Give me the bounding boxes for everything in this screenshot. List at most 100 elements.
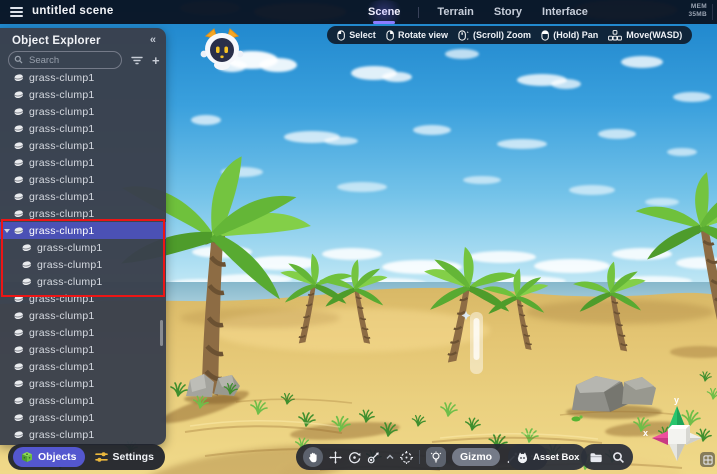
- tab-scene[interactable]: Scene: [366, 6, 402, 18]
- search-assets-button[interactable]: [612, 451, 625, 464]
- tree-item[interactable]: grass-clump1: [0, 137, 166, 154]
- caret-down-icon[interactable]: [4, 229, 10, 233]
- scrollbar-thumb[interactable]: [160, 320, 163, 346]
- tree-item[interactable]: grass-clump1: [0, 69, 166, 86]
- tab-divider: [418, 7, 419, 18]
- tree-item[interactable]: grass-clump1: [0, 154, 166, 171]
- tree-item-label: grass-clump1: [37, 242, 102, 254]
- tree-item-label: grass-clump1: [29, 208, 94, 220]
- tree-item[interactable]: grass-clump1: [0, 409, 166, 426]
- top-bar-divider: [712, 4, 713, 20]
- tree-item-label: grass-clump1: [37, 276, 102, 288]
- tree-item[interactable]: grass-clump1: [0, 205, 166, 222]
- grid-view-button[interactable]: [700, 452, 715, 467]
- tab-story[interactable]: Story: [492, 6, 524, 18]
- asset-box-button[interactable]: Asset Box: [508, 444, 587, 470]
- mesh-icon: [13, 124, 24, 133]
- object-explorer-panel: Object Explorer « + grass-clump1grass-cl…: [0, 28, 166, 445]
- mesh-icon: [13, 90, 24, 99]
- tree-item[interactable]: grass-clump1: [0, 307, 166, 324]
- mesh-icon: [21, 243, 32, 252]
- tree-item[interactable]: grass-clump1: [0, 256, 166, 273]
- tree-item[interactable]: grass-clump1: [0, 358, 166, 375]
- main-tabs: Scene Terrain Story Interface: [366, 0, 590, 24]
- hand-icon: [307, 451, 319, 464]
- move-tool-button[interactable]: [329, 451, 342, 464]
- viewport-controls-hint: Select Rotate view (Scroll) Zoom (Hold) …: [327, 26, 692, 44]
- folder-button[interactable]: [589, 451, 603, 463]
- tree-item[interactable]: grass-clump1: [0, 290, 166, 307]
- tree-item-label: grass-clump1: [29, 225, 94, 237]
- pan-tool-button[interactable]: [303, 447, 323, 467]
- tab-terrain[interactable]: Terrain: [435, 6, 475, 18]
- search-input[interactable]: [27, 52, 119, 68]
- scene-editor-window: Select Rotate view (Scroll) Zoom (Hold) …: [0, 0, 717, 474]
- tree-item[interactable]: grass-clump1: [0, 239, 166, 256]
- mesh-icon: [21, 260, 32, 269]
- tab-interface[interactable]: Interface: [540, 6, 590, 18]
- top-bar: untitled scene Scene Terrain Story Inter…: [0, 0, 717, 24]
- filter-icon[interactable]: [131, 55, 143, 66]
- mesh-icon: [13, 107, 24, 116]
- snap-tool-button[interactable]: [400, 451, 413, 464]
- snap-grid-icon: [400, 451, 413, 464]
- file-tools: [581, 444, 633, 470]
- tree-item[interactable]: grass-clump1: [0, 273, 166, 290]
- tree-item[interactable]: grass-clump1: [0, 392, 166, 409]
- axis-y-label: y: [674, 395, 679, 405]
- tree-item-label: grass-clump1: [29, 344, 94, 356]
- tree-item[interactable]: grass-clump1: [0, 341, 166, 358]
- search-icon: [612, 451, 625, 464]
- mesh-icon: [13, 141, 24, 150]
- tree-item-label: grass-clump1: [29, 157, 94, 169]
- scale-icon: [367, 451, 380, 464]
- tree-item-label: grass-clump1: [29, 89, 94, 101]
- tree-item[interactable]: grass-clump1: [0, 324, 166, 341]
- tree-item[interactable]: grass-clump1: [0, 120, 166, 137]
- mesh-icon: [13, 413, 24, 422]
- assistant-mascot[interactable]: [199, 27, 245, 71]
- gizmo-button[interactable]: Gizmo: [452, 448, 500, 466]
- scale-tool-button[interactable]: [367, 451, 380, 464]
- mouse-scroll-icon: [458, 30, 469, 41]
- hint-rotate-view: Rotate view: [386, 30, 448, 41]
- hint-pan: (Hold) Pan: [541, 30, 598, 41]
- move-arrows-icon: [329, 451, 342, 464]
- mesh-icon: [13, 379, 24, 388]
- tree-item[interactable]: grass-clump1: [0, 188, 166, 205]
- mesh-icon: [13, 311, 24, 320]
- settings-button[interactable]: Settings: [89, 447, 160, 467]
- tree-item[interactable]: grass-clump1: [0, 222, 166, 239]
- tree-item[interactable]: grass-clump1: [0, 375, 166, 392]
- mesh-icon: [13, 362, 24, 371]
- tree-item-label: grass-clump1: [29, 361, 94, 373]
- tree-item[interactable]: grass-clump1: [0, 426, 166, 443]
- mem-value: 35MB: [688, 11, 707, 19]
- search-icon: [14, 55, 23, 64]
- grid-icon: [703, 455, 713, 465]
- tree-item[interactable]: grass-clump1: [0, 171, 166, 188]
- cat-robot-icon: [199, 27, 245, 71]
- objects-button[interactable]: Objects: [13, 447, 85, 467]
- object-tree: grass-clump1grass-clump1grass-clump1gras…: [0, 69, 166, 443]
- tree-item[interactable]: grass-clump1: [0, 86, 166, 103]
- scene-title: untitled scene: [32, 5, 114, 17]
- hint-move: Move(WASD): [608, 30, 682, 41]
- rotate-tool-button[interactable]: [348, 451, 361, 464]
- search-box[interactable]: [8, 51, 122, 69]
- tool-dropdown-chevron[interactable]: [386, 454, 394, 460]
- add-object-icon[interactable]: +: [152, 54, 160, 67]
- mem-label: MEM: [691, 3, 707, 11]
- light-toggle-button[interactable]: [426, 447, 446, 467]
- mesh-icon: [13, 226, 24, 235]
- tree-item-label: grass-clump1: [29, 412, 94, 424]
- cube-icon: [21, 451, 33, 463]
- sliders-icon: [95, 451, 108, 463]
- asset-box-label: Asset Box: [533, 452, 579, 463]
- menu-icon[interactable]: [10, 7, 23, 19]
- panel-switcher: Objects Settings: [8, 444, 165, 470]
- settings-label: Settings: [113, 451, 154, 463]
- collapse-panel-icon[interactable]: «: [150, 34, 156, 46]
- tree-item[interactable]: grass-clump1: [0, 103, 166, 120]
- mesh-icon: [13, 192, 24, 201]
